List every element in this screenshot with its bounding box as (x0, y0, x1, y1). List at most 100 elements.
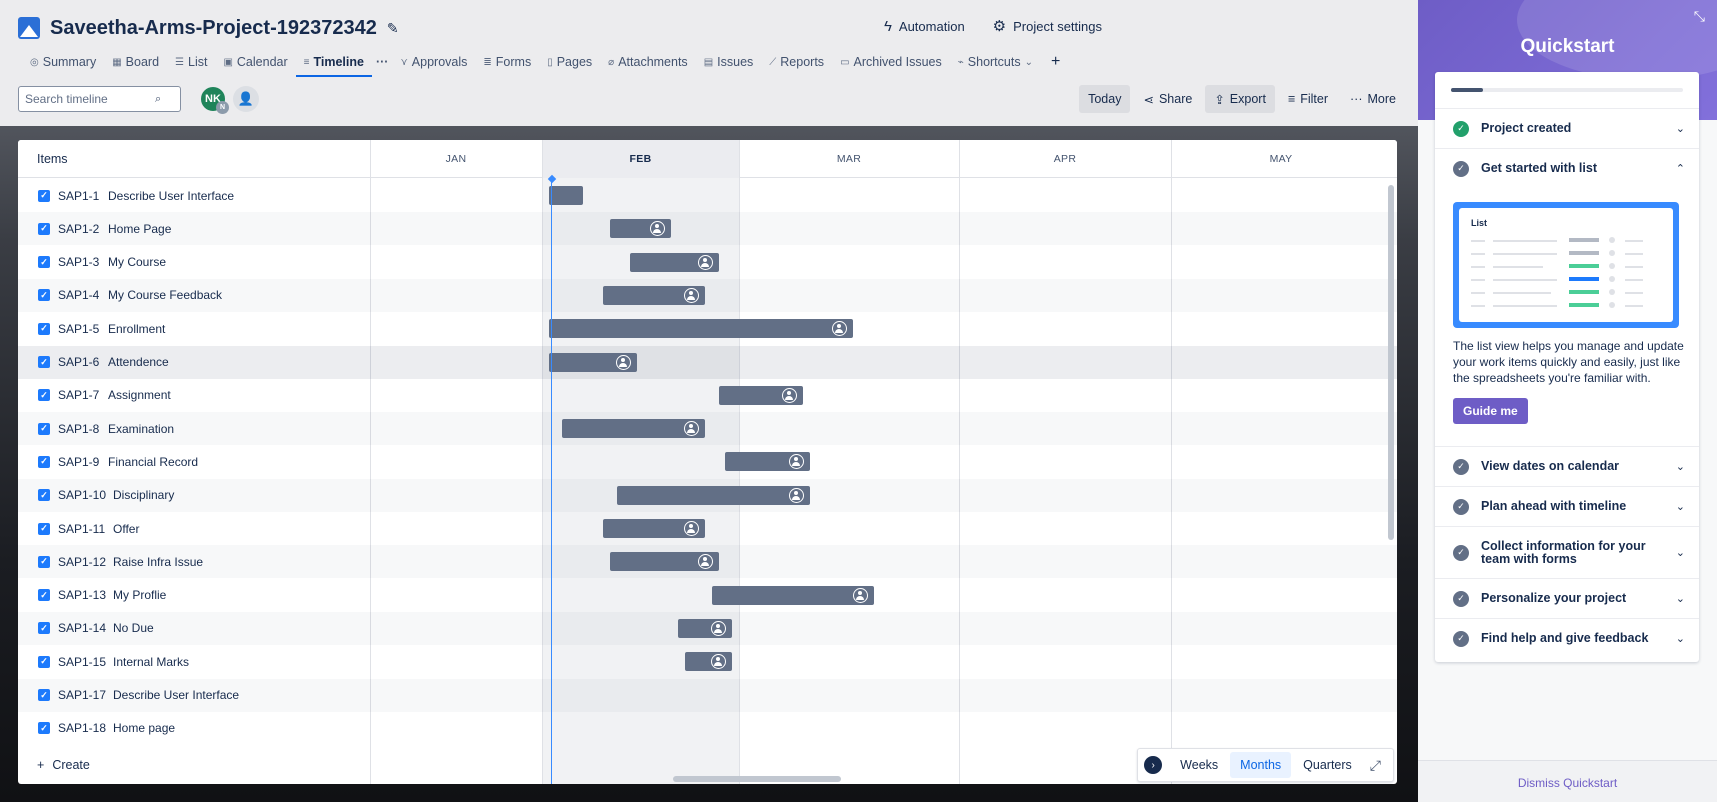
issue-key[interactable]: SAP1-5 (58, 322, 99, 336)
automation-button[interactable]: ϟ Automation (884, 18, 965, 35)
table-row[interactable]: ✓ SAP1-14 No Due (18, 612, 1397, 645)
issue-key[interactable]: SAP1-11 (58, 522, 105, 536)
tab-board[interactable]: ▦ Board (104, 50, 167, 74)
tab-issues[interactable]: ▤ Issues (696, 50, 762, 74)
issue-key[interactable]: SAP1-12 (58, 555, 106, 569)
issue-summary[interactable]: Home page (113, 721, 175, 735)
issue-key[interactable]: SAP1-17 (58, 688, 106, 702)
tab-approvals[interactable]: ⋎ Approvals (392, 50, 475, 74)
avatar[interactable]: NK N (199, 85, 229, 114)
table-row[interactable]: ✓ SAP1-7 Assignment (18, 379, 1397, 412)
issue-summary[interactable]: My Course Feedback (108, 288, 222, 302)
pin-icon[interactable]: ✎ (387, 20, 399, 37)
tab-reports[interactable]: ⟋ Reports (761, 50, 832, 74)
add-people-icon[interactable]: 👤 (233, 86, 259, 112)
zoom-weeks-button[interactable]: Weeks (1170, 752, 1228, 778)
table-row[interactable]: ✓ SAP1-3 My Course (18, 246, 1397, 279)
tab-shortcuts[interactable]: ⌁ Shortcuts ⌄ (950, 50, 1041, 74)
quickstart-item-timeline[interactable]: ✓ Plan ahead with timeline ⌄ (1435, 486, 1699, 526)
issue-summary[interactable]: Describe User Interface (108, 189, 234, 203)
tab-forms[interactable]: ≣ Forms (475, 50, 539, 74)
create-button[interactable]: + Create (37, 758, 90, 772)
timeline-bar[interactable] (677, 618, 733, 638)
add-tab-button[interactable]: + (1041, 50, 1070, 74)
timeline-bar[interactable] (725, 452, 810, 472)
dismiss-quickstart-link[interactable]: Dismiss Quickstart (1418, 776, 1717, 790)
timeline-bar[interactable] (711, 585, 874, 605)
issue-summary[interactable]: Home Page (108, 222, 171, 236)
table-row[interactable]: ✓ SAP1-11 Offer (18, 512, 1397, 545)
project-avatar-icon[interactable] (18, 17, 40, 39)
timeline-bar[interactable] (630, 252, 719, 272)
issue-summary[interactable]: Financial Record (108, 455, 198, 469)
issue-summary[interactable]: My Course (108, 255, 166, 269)
issue-summary[interactable]: Disciplinary (113, 488, 174, 502)
tab-calendar[interactable]: ▣ Calendar (215, 50, 295, 74)
timeline-bar[interactable] (603, 519, 706, 538)
tab-more-button[interactable]: ··· (372, 50, 393, 74)
table-row[interactable]: ✓ SAP1-6 Attendence (18, 345, 1397, 379)
issue-summary[interactable]: Describe User Interface (113, 688, 239, 702)
issue-key[interactable]: SAP1-15 (58, 655, 106, 669)
more-button[interactable]: ··· More (1341, 85, 1405, 113)
table-row[interactable]: ✓ SAP1-2 Home Page (18, 212, 1397, 245)
table-row[interactable]: ✓ SAP1-12 Raise Infra Issue (18, 545, 1397, 578)
timeline-bar[interactable] (562, 419, 706, 439)
project-settings-button[interactable]: ⚙ Project settings (993, 17, 1102, 35)
table-row[interactable]: ✓ SAP1-13 My Proflie (18, 579, 1397, 612)
issue-summary[interactable]: No Due (113, 621, 154, 635)
table-row[interactable]: ✓ SAP1-5 Enrollment (18, 312, 1397, 345)
issue-summary[interactable]: My Proflie (113, 588, 166, 602)
quickstart-item-calendar[interactable]: ✓ View dates on calendar ⌄ (1435, 446, 1699, 486)
export-button[interactable]: ⇪ Export (1205, 85, 1275, 113)
issue-key[interactable]: SAP1-9 (58, 455, 99, 469)
timeline-bar[interactable] (616, 485, 810, 505)
table-row[interactable]: ✓ SAP1-4 My Course Feedback (18, 279, 1397, 312)
table-row[interactable]: ✓ SAP1-1 Describe User Interface (18, 179, 1397, 212)
timeline-bar[interactable] (603, 285, 706, 305)
issue-key[interactable]: SAP1-18 (58, 721, 106, 735)
timeline-bar[interactable] (609, 219, 672, 239)
issue-key[interactable]: SAP1-7 (58, 388, 99, 402)
issue-summary[interactable]: Offer (113, 522, 139, 536)
tab-pages[interactable]: ▯ Pages (539, 50, 600, 74)
issue-summary[interactable]: Enrollment (108, 322, 165, 336)
timeline-bar[interactable] (548, 352, 638, 372)
issue-key[interactable]: SAP1-4 (58, 288, 99, 302)
issue-key[interactable]: SAP1-13 (58, 588, 106, 602)
timeline-bar[interactable] (548, 186, 583, 205)
issue-key[interactable]: SAP1-10 (58, 488, 106, 502)
quickstart-item-list[interactable]: ✓ Get started with list ⌃ (1435, 148, 1699, 188)
issue-summary[interactable]: Internal Marks (113, 655, 189, 669)
filter-button[interactable]: ≡ Filter (1279, 85, 1337, 113)
table-row[interactable]: ✓ SAP1-18 Home page (18, 712, 1397, 745)
table-row[interactable]: ✓ SAP1-9 Financial Record (18, 445, 1397, 478)
issue-summary[interactable]: Raise Infra Issue (113, 555, 203, 569)
vertical-scrollbar[interactable] (1388, 185, 1394, 540)
issue-key[interactable]: SAP1-8 (58, 422, 99, 436)
quickstart-item-forms[interactable]: ✓ Collect information for your team with… (1435, 526, 1699, 578)
tab-timeline[interactable]: ≡ Timeline (295, 50, 373, 77)
issue-summary[interactable]: Examination (108, 422, 174, 436)
issue-summary[interactable]: Assignment (108, 388, 171, 402)
issue-key[interactable]: SAP1-6 (58, 355, 99, 369)
issue-key[interactable]: SAP1-1 (58, 189, 99, 203)
guide-me-button[interactable]: Guide me (1453, 398, 1528, 424)
timeline-bar[interactable] (718, 385, 803, 405)
table-row[interactable]: ✓ SAP1-15 Internal Marks (18, 645, 1397, 678)
today-button[interactable]: Today (1079, 85, 1131, 113)
tab-attachments[interactable]: ⌀ Attachments (600, 50, 696, 74)
horizontal-scrollbar[interactable] (673, 776, 841, 782)
tab-list[interactable]: ☰ List (167, 50, 215, 74)
issue-key[interactable]: SAP1-2 (58, 222, 99, 236)
zoom-months-button[interactable]: Months (1230, 752, 1292, 778)
chevron-right-icon[interactable]: › (1144, 756, 1163, 774)
zoom-quarters-button[interactable]: Quarters (1293, 752, 1362, 778)
timeline-bar[interactable] (548, 319, 853, 339)
tab-archived-issues[interactable]: ▭ Archived Issues (832, 50, 950, 74)
issue-summary[interactable]: Attendence (108, 355, 169, 369)
minimize-icon[interactable]: ⤡ (1694, 8, 1705, 25)
table-row[interactable]: ✓ SAP1-10 Disciplinary (18, 479, 1397, 512)
share-button[interactable]: ⋖ Share (1134, 85, 1201, 113)
issue-key[interactable]: SAP1-14 (58, 621, 106, 635)
